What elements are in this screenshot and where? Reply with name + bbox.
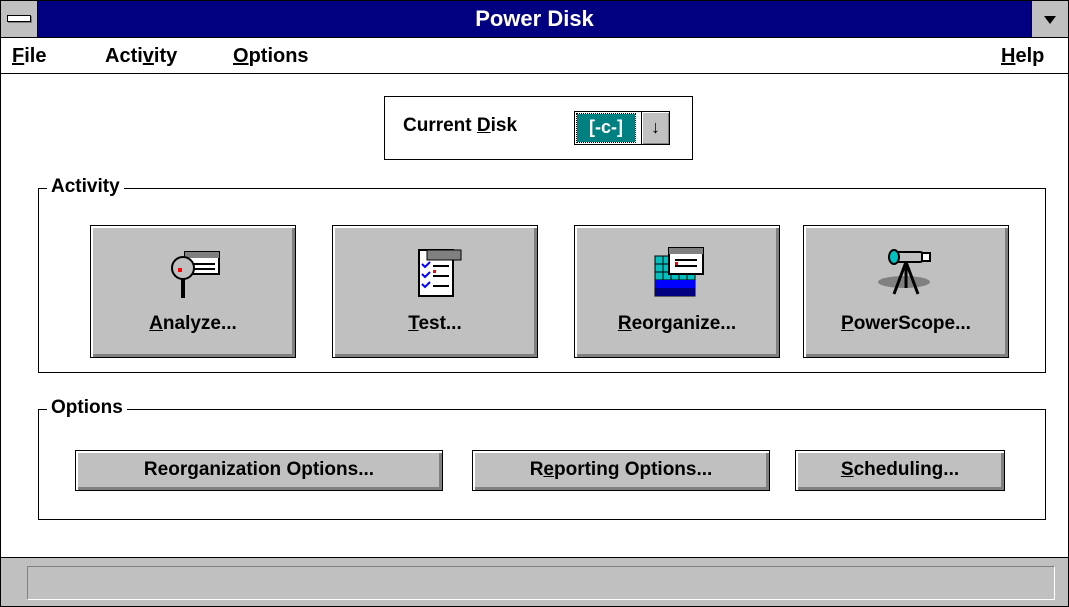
reporting-options-label: Reporting Options... [530, 459, 713, 480]
reporting-options-button[interactable]: Reporting Options... [472, 450, 770, 491]
menu-bar: File Activity Options Help [1, 39, 1068, 74]
menu-activity-label-pre: Acti [105, 45, 143, 67]
powerscope-label-text: owerScope... [853, 313, 971, 334]
menu-options-label: ptions [248, 45, 309, 67]
powerscope-label-mnemonic: P [841, 313, 854, 334]
reporting-options-label-post: porting Options... [554, 459, 713, 480]
menu-activity-label-post: ity [153, 45, 178, 67]
reorganize-label-text: eorganize... [631, 313, 737, 334]
test-icon [418, 249, 462, 297]
reorganization-options-label-mnemonic: g [187, 459, 199, 480]
current-disk-label-mnemonic: D [476, 115, 491, 136]
dropdown-arrow-icon[interactable]: ↓ [641, 112, 669, 144]
analyze-label: Analyze... [91, 313, 295, 335]
menu-help[interactable]: Help [1001, 39, 1044, 74]
powerscope-button[interactable]: PowerScope... [803, 225, 1009, 358]
scheduling-label-mnemonic: S [840, 459, 854, 480]
analyze-icon [171, 251, 220, 298]
analyze-label-text: nalyze... [162, 313, 237, 334]
powerscope-label: PowerScope... [804, 313, 1008, 335]
menu-activity[interactable]: Activity [105, 39, 177, 74]
scheduling-label-post: cheduling... [853, 459, 960, 480]
maximize-icon [1044, 16, 1056, 24]
reorganization-options-button[interactable]: Reorganization Options... [75, 450, 443, 491]
options-group: Options Reorganization Options... Report… [38, 397, 1046, 520]
reorganization-options-label-pre: Reor [143, 459, 188, 480]
current-disk-dropdown[interactable]: [-c-] ↓ [574, 111, 670, 145]
status-field [27, 566, 1055, 600]
reorganize-button[interactable]: Reorganize... [574, 225, 780, 358]
menu-options-mnemonic: O [233, 45, 249, 67]
menu-file-label: ile [24, 45, 47, 67]
test-label-mnemonic: T [408, 313, 419, 334]
scheduling-button[interactable]: Scheduling... [795, 450, 1005, 491]
window-title: Power Disk [475, 6, 594, 31]
test-label-text: est... [418, 313, 462, 334]
reorganize-label-mnemonic: R [617, 313, 632, 334]
menu-file[interactable]: File [12, 39, 46, 74]
reporting-options-label-pre: R [529, 459, 544, 480]
menu-help-label: elp [1015, 45, 1045, 67]
current-disk-value: [-c-] [576, 113, 636, 143]
reorganization-options-label: Reorganization Options... [144, 459, 374, 480]
title-bar[interactable]: Power Disk [1, 1, 1068, 38]
reporting-options-label-mnemonic: e [543, 459, 554, 480]
scheduling-label: Scheduling... [841, 459, 959, 480]
app-window: Power Disk File Activity Options Help Cu… [0, 0, 1069, 607]
current-disk-label-pre: Current [403, 115, 477, 136]
menu-options[interactable]: Options [233, 39, 309, 74]
current-disk-label-post: isk [490, 115, 518, 136]
reorganize-label: Reorganize... [575, 313, 779, 335]
menu-file-mnemonic: F [12, 45, 25, 67]
activity-group: Activity Analyze... Test... Reorganize..… [38, 176, 1046, 373]
analyze-button[interactable]: Analyze... [90, 225, 296, 358]
current-disk-label: Current Disk [403, 115, 517, 137]
reorganization-options-label-post: anization Options... [198, 459, 375, 480]
menu-activity-mnemonic: v [142, 45, 154, 67]
powerscope-icon [878, 249, 931, 295]
options-group-title: Options [47, 397, 127, 419]
system-menu-button[interactable] [1, 1, 38, 37]
system-menu-icon [7, 15, 31, 22]
reorganize-icon [654, 247, 704, 297]
current-disk-panel: Current Disk [-c-] ↓ [384, 96, 693, 160]
analyze-label-mnemonic: A [149, 313, 163, 334]
maximize-button[interactable] [1031, 1, 1068, 37]
test-button[interactable]: Test... [332, 225, 538, 358]
activity-group-title: Activity [47, 176, 124, 198]
test-label: Test... [333, 313, 537, 335]
status-bar [1, 557, 1068, 606]
menu-help-mnemonic: H [1001, 45, 1016, 67]
